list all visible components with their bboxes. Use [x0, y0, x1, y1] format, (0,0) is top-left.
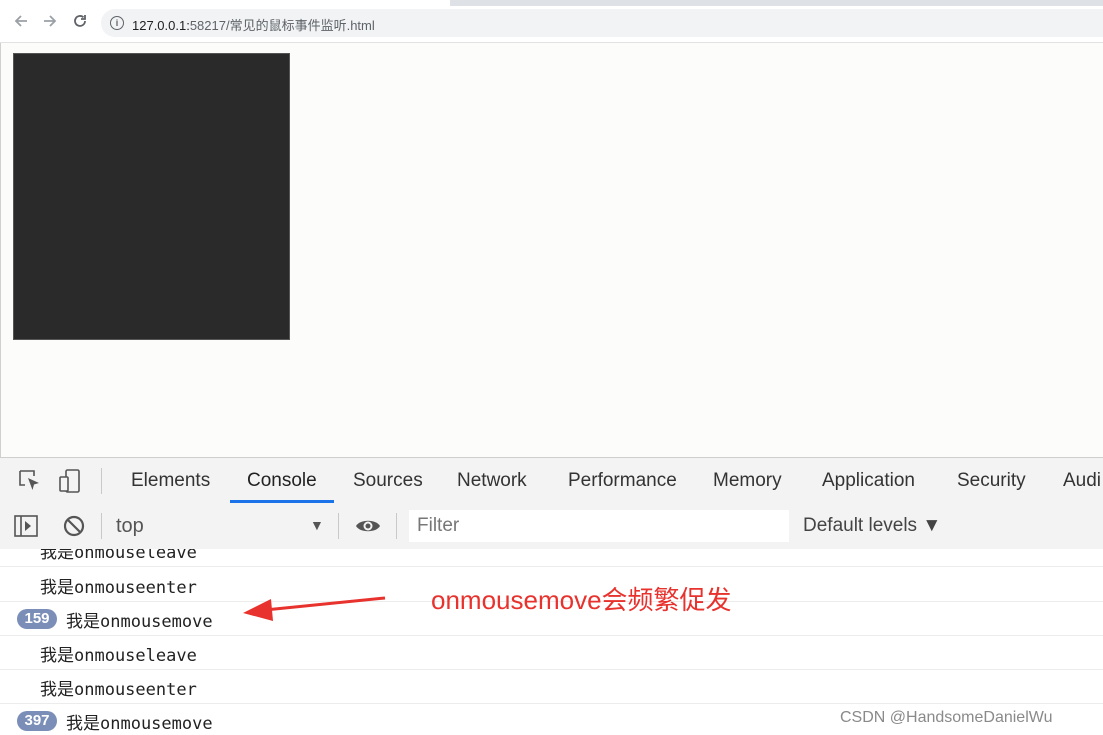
- message-text: 我是onmouseleave: [40, 646, 197, 666]
- console-toolbar: top ▼ Default levels ▼: [0, 503, 1103, 550]
- tab-strip: [0, 0, 1103, 6]
- message-text: 我是onmouseenter: [40, 578, 197, 598]
- console-message: 我是onmouseleave: [0, 635, 1103, 670]
- tab-network[interactable]: Network: [457, 470, 527, 492]
- message-text: 我是onmouseleave: [40, 549, 197, 563]
- reload-icon[interactable]: [70, 12, 90, 32]
- context-selector[interactable]: top: [116, 515, 144, 538]
- chevron-down-icon[interactable]: ▼: [310, 517, 324, 533]
- event-target-box[interactable]: [13, 53, 290, 340]
- tab-console[interactable]: Console: [247, 470, 317, 492]
- filter-box: [409, 510, 789, 542]
- repeat-count-badge: 397: [17, 711, 57, 731]
- toolbar-divider: [101, 513, 102, 539]
- console-message: 我是onmouseleave: [0, 549, 1103, 567]
- tab-elements[interactable]: Elements: [131, 470, 210, 492]
- annotation-text: onmousemove会频繁促发: [431, 585, 732, 615]
- info-icon[interactable]: i: [110, 16, 124, 30]
- device-toolbar-icon[interactable]: [58, 468, 84, 494]
- annotation-arrow: [243, 596, 386, 621]
- tab-memory[interactable]: Memory: [713, 470, 782, 492]
- filter-input[interactable]: [415, 510, 779, 542]
- log-levels-dropdown[interactable]: Default levels ▼: [803, 515, 941, 537]
- active-tab[interactable]: [0, 0, 450, 6]
- browser-toolbar: i 127.0.0.1:58217/常见的鼠标事件监听.html: [0, 0, 1103, 43]
- back-arrow-icon[interactable]: [11, 12, 31, 32]
- message-text: 我是onmousemove: [66, 612, 213, 632]
- toolbar-divider: [396, 513, 397, 539]
- clear-console-icon[interactable]: [61, 513, 87, 539]
- url-host: 127.0.0.1:: [132, 18, 190, 33]
- address-bar[interactable]: i 127.0.0.1:58217/常见的鼠标事件监听.html: [101, 9, 1103, 37]
- console-message: 我是onmouseenter: [0, 669, 1103, 704]
- message-text: 我是onmousemove: [66, 714, 213, 734]
- forward-arrow-icon[interactable]: [40, 12, 60, 32]
- tab-security[interactable]: Security: [957, 470, 1026, 492]
- url-text[interactable]: 127.0.0.1:58217/常见的鼠标事件监听.html: [132, 15, 375, 34]
- page-viewport: [0, 43, 1103, 457]
- message-text: 我是onmouseenter: [40, 680, 197, 700]
- tab-audits[interactable]: Audi: [1063, 470, 1101, 492]
- tab-performance[interactable]: Performance: [568, 470, 677, 492]
- console-output: 我是onmouseleave 我是onmouseenter 159 我是onmo…: [0, 549, 1103, 735]
- tab-sources[interactable]: Sources: [353, 470, 423, 492]
- devtools-tab-bar: Elements Console Sources Network Perform…: [0, 457, 1103, 505]
- url-path: 58217/常见的鼠标事件监听.html: [189, 18, 375, 33]
- repeat-count-badge: 159: [17, 609, 57, 629]
- inspect-element-icon[interactable]: [17, 468, 43, 494]
- toolbar-divider: [101, 468, 102, 494]
- tab-application[interactable]: Application: [822, 470, 915, 492]
- watermark: CSDN @HandsomeDanielWu: [840, 709, 1053, 726]
- show-sidebar-icon[interactable]: [13, 513, 39, 539]
- toolbar-divider: [338, 513, 339, 539]
- eye-icon[interactable]: [355, 513, 381, 539]
